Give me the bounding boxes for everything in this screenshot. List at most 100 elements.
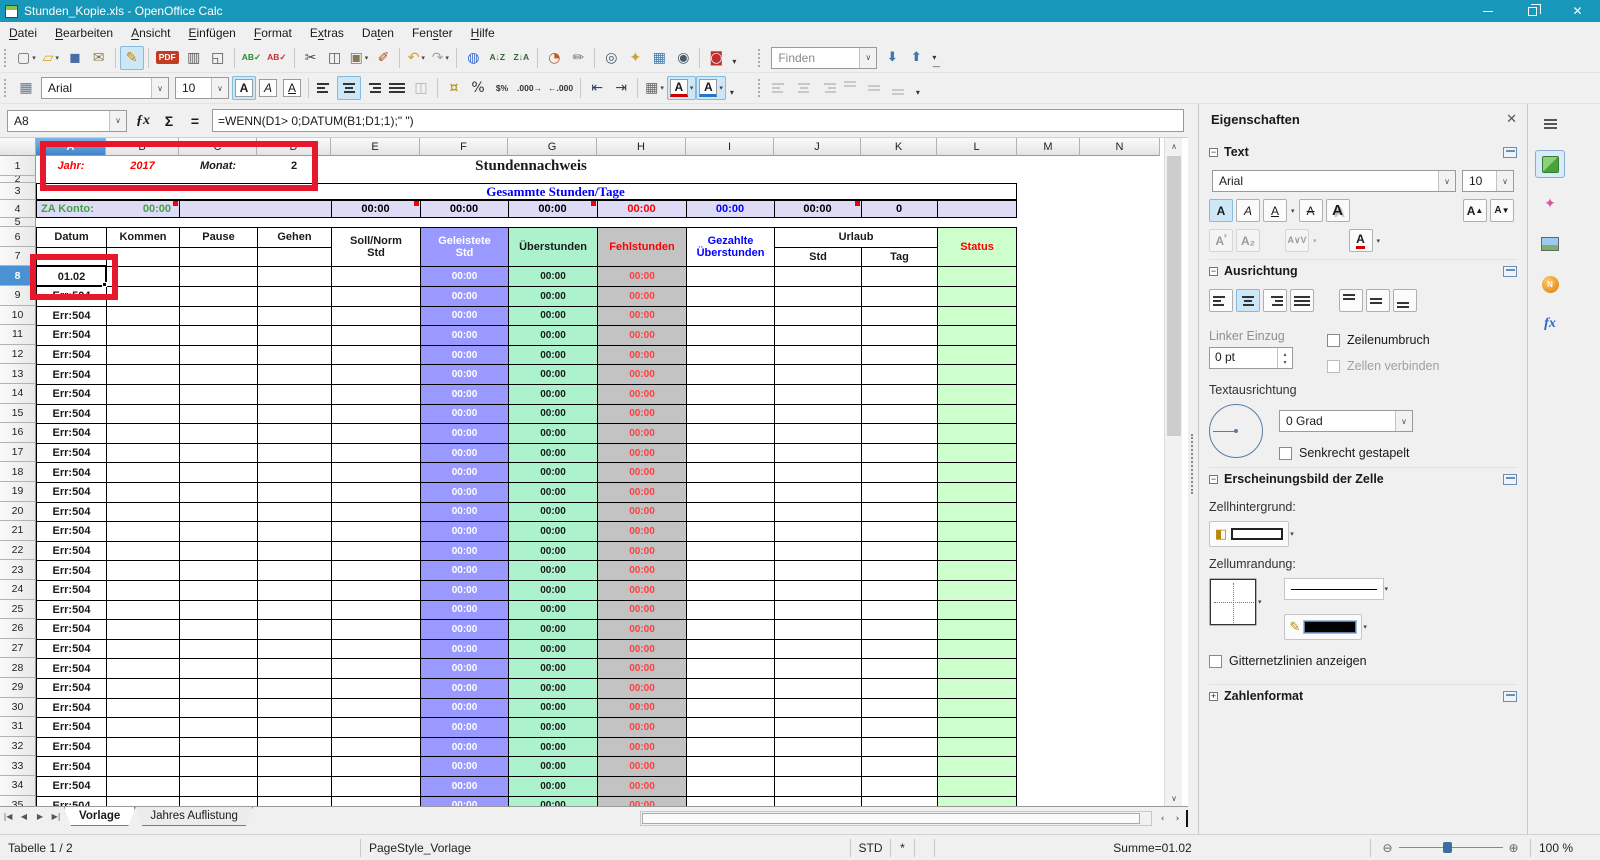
cell[interactable] <box>331 638 420 659</box>
cell[interactable] <box>257 286 331 306</box>
cell-status-row16[interactable] <box>937 423 1017 443</box>
cell-geleistete-row9[interactable]: 00:00 <box>420 286 508 306</box>
cell-status-row11[interactable] <box>937 325 1017 345</box>
cell[interactable] <box>257 521 331 541</box>
menu-hilfe[interactable]: Hilfe <box>462 24 504 42</box>
cell[interactable] <box>106 717 179 737</box>
cell-datum-row21[interactable]: Err:504 <box>36 521 106 541</box>
sidebar-align-left-button[interactable] <box>1209 289 1233 312</box>
cell-za-konto-value[interactable]: 00:00 <box>106 201 171 217</box>
cell[interactable] <box>106 580 179 600</box>
cell-fehlstunden-row34[interactable]: 00:00 <box>597 776 686 796</box>
cell-status-row25[interactable] <box>937 599 1017 620</box>
toolbar-overflow-icon[interactable]: ▾ <box>730 88 734 97</box>
cell[interactable] <box>106 795 179 806</box>
column-header-i[interactable]: I <box>686 138 774 156</box>
chevron-down-icon[interactable]: ∨ <box>1496 171 1513 191</box>
cell-fehlstunden-row11[interactable]: 00:00 <box>597 325 686 345</box>
cell[interactable] <box>686 364 774 384</box>
cell-total-h4[interactable]: 00:00 <box>597 201 686 217</box>
cell[interactable] <box>257 442 331 463</box>
cell-ueberstunden-row22[interactable]: 00:00 <box>508 540 597 561</box>
paste-button[interactable]: ▣ ▾ <box>347 46 372 70</box>
cell[interactable] <box>106 384 179 404</box>
cell[interactable] <box>106 521 179 541</box>
cell[interactable] <box>257 482 331 502</box>
cell[interactable] <box>774 717 861 737</box>
cell[interactable] <box>179 678 257 698</box>
wrap-text-checkbox[interactable]: Zeilenumbruch <box>1327 333 1439 347</box>
equals-button[interactable]: = <box>182 109 208 133</box>
cell[interactable] <box>686 286 774 306</box>
text-rotation-dial[interactable] <box>1209 404 1263 458</box>
cell[interactable] <box>861 697 937 718</box>
cell[interactable] <box>331 364 420 384</box>
cell-datum-row35[interactable]: Err:504 <box>36 795 106 806</box>
cell[interactable] <box>774 344 861 365</box>
cell[interactable] <box>861 442 937 463</box>
column-header-d[interactable]: D <box>257 138 331 156</box>
chevron-down-icon[interactable]: ∨ <box>151 78 168 98</box>
header-ueberstunden[interactable]: Überstunden <box>508 227 597 266</box>
new-document-button[interactable]: ▢ ▾ <box>14 46 39 70</box>
cell[interactable] <box>686 384 774 404</box>
cell[interactable] <box>331 795 420 806</box>
cell-fehlstunden-row14[interactable]: 00:00 <box>597 384 686 404</box>
header-soll-norm-std[interactable]: Soll/Norm Std <box>331 227 420 266</box>
cell-total-g4[interactable]: 00:00 <box>508 201 597 217</box>
cell-datum-row8[interactable]: 01.02 <box>36 266 106 286</box>
cell-geleistete-row15[interactable]: 00:00 <box>420 403 508 424</box>
cell[interactable] <box>774 501 861 522</box>
cell-ueberstunden-row31[interactable]: 00:00 <box>508 717 597 737</box>
cell-geleistete-row27[interactable]: 00:00 <box>420 638 508 659</box>
previous-sheet-button[interactable]: ◀ <box>16 807 32 826</box>
cell-fehlstunden-row18[interactable]: 00:00 <box>597 462 686 482</box>
cell[interactable] <box>686 403 774 424</box>
cell-geleistete-row10[interactable]: 00:00 <box>420 305 508 326</box>
format-paintbrush-button[interactable]: ✐ <box>371 46 395 70</box>
cell[interactable] <box>331 423 420 443</box>
chevron-down-icon[interactable]: ∨ <box>109 110 126 131</box>
cell[interactable] <box>106 501 179 522</box>
next-sheet-button[interactable]: ▶ <box>32 807 48 826</box>
cell-status-row17[interactable] <box>937 442 1017 463</box>
cell[interactable] <box>861 795 937 806</box>
cell-status-row32[interactable] <box>937 736 1017 757</box>
cell[interactable] <box>861 286 937 306</box>
text-dialog-launcher-icon[interactable] <box>1503 146 1517 158</box>
cell-status-row9[interactable] <box>937 286 1017 306</box>
cell-datum-row10[interactable]: Err:504 <box>36 305 106 326</box>
percent-format-button[interactable]: % <box>466 76 490 100</box>
border-color-button[interactable]: ✎ <box>1283 614 1363 640</box>
cell-fehlstunden-row20[interactable]: 00:00 <box>597 501 686 522</box>
cell-fehlstunden-row12[interactable]: 00:00 <box>597 344 686 365</box>
auto-spellcheck-button[interactable]: AB✓ <box>264 46 289 70</box>
formula-input[interactable]: =WENN(D1> 0;DATUM(B1;D1;1);" ") <box>212 109 1184 132</box>
header-urlaub-tag[interactable]: Tag <box>861 247 937 266</box>
cell[interactable] <box>861 364 937 384</box>
undo-button[interactable]: ↶ ▾ <box>404 46 428 70</box>
cell-geleistete-row11[interactable]: 00:00 <box>420 325 508 345</box>
cell-geleistete-row18[interactable]: 00:00 <box>420 462 508 482</box>
cell[interactable] <box>179 697 257 718</box>
cell[interactable] <box>774 364 861 384</box>
cell[interactable] <box>686 423 774 443</box>
bold-button[interactable]: A <box>232 76 256 100</box>
header-geleistete-std[interactable]: Geleistete Std <box>420 227 508 266</box>
sidebar-font-name-combo[interactable]: Arial ∨ <box>1212 170 1456 192</box>
cell[interactable] <box>686 482 774 502</box>
cell-datum-row14[interactable]: Err:504 <box>36 384 106 404</box>
cell[interactable] <box>774 423 861 443</box>
cell[interactable] <box>257 658 331 678</box>
column-header-b[interactable]: B <box>106 138 179 156</box>
cell[interactable] <box>106 638 179 659</box>
cell[interactable] <box>686 756 774 776</box>
cell[interactable] <box>106 697 179 718</box>
cell-ueberstunden-row34[interactable]: 00:00 <box>508 776 597 796</box>
cell[interactable] <box>257 736 331 757</box>
cell-ueberstunden-row10[interactable]: 00:00 <box>508 305 597 326</box>
cell[interactable] <box>686 736 774 757</box>
cell-ueberstunden-row30[interactable]: 00:00 <box>508 697 597 718</box>
cell-status-row33[interactable] <box>937 756 1017 776</box>
cell[interactable] <box>774 442 861 463</box>
